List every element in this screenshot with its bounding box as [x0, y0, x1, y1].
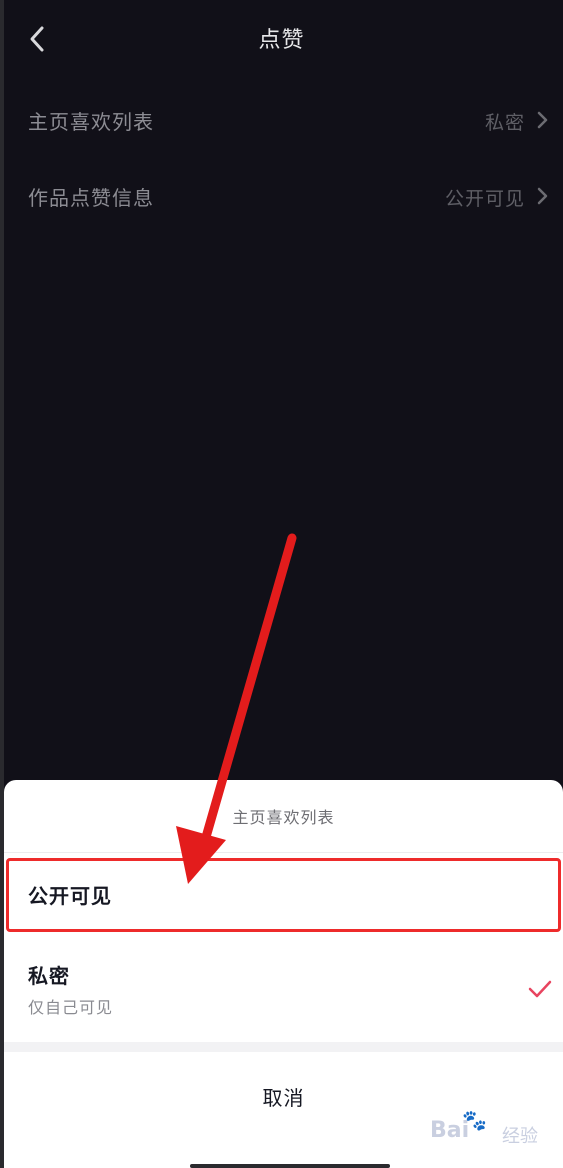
- setting-row-like-info[interactable]: 作品点赞信息 公开可见: [0, 166, 563, 226]
- divider: [4, 852, 563, 853]
- setting-label: 主页喜欢列表: [28, 110, 154, 134]
- chevron-right-icon: [537, 187, 548, 205]
- option-private[interactable]: 私密 仅自己可见: [4, 942, 563, 1038]
- option-title: 私密: [28, 964, 70, 988]
- checkmark-icon: [528, 980, 552, 998]
- watermark-sub: 经验: [502, 1126, 538, 1147]
- nav-bar: 点赞: [0, 0, 563, 80]
- setting-value: 公开可见: [444, 188, 525, 210]
- option-title: 公开可见: [28, 884, 112, 908]
- setting-label: 作品点赞信息: [28, 186, 154, 210]
- option-subtitle: 仅自己可见: [28, 998, 114, 1017]
- option-public[interactable]: 公开可见: [4, 858, 563, 932]
- paw-icon: 🐾: [462, 1108, 487, 1132]
- sheet-title: 主页喜欢列表: [232, 808, 335, 827]
- divider-gap: [4, 1042, 563, 1052]
- watermark: Bai 🐾 经验: [410, 1108, 560, 1162]
- home-indicator: [190, 1164, 390, 1168]
- chevron-right-icon: [537, 111, 548, 129]
- setting-value: 私密: [484, 112, 525, 134]
- page-title: 点赞: [258, 28, 305, 53]
- setting-row-likes-list[interactable]: 主页喜欢列表 私密: [0, 90, 563, 150]
- cancel-label: 取消: [262, 1086, 305, 1110]
